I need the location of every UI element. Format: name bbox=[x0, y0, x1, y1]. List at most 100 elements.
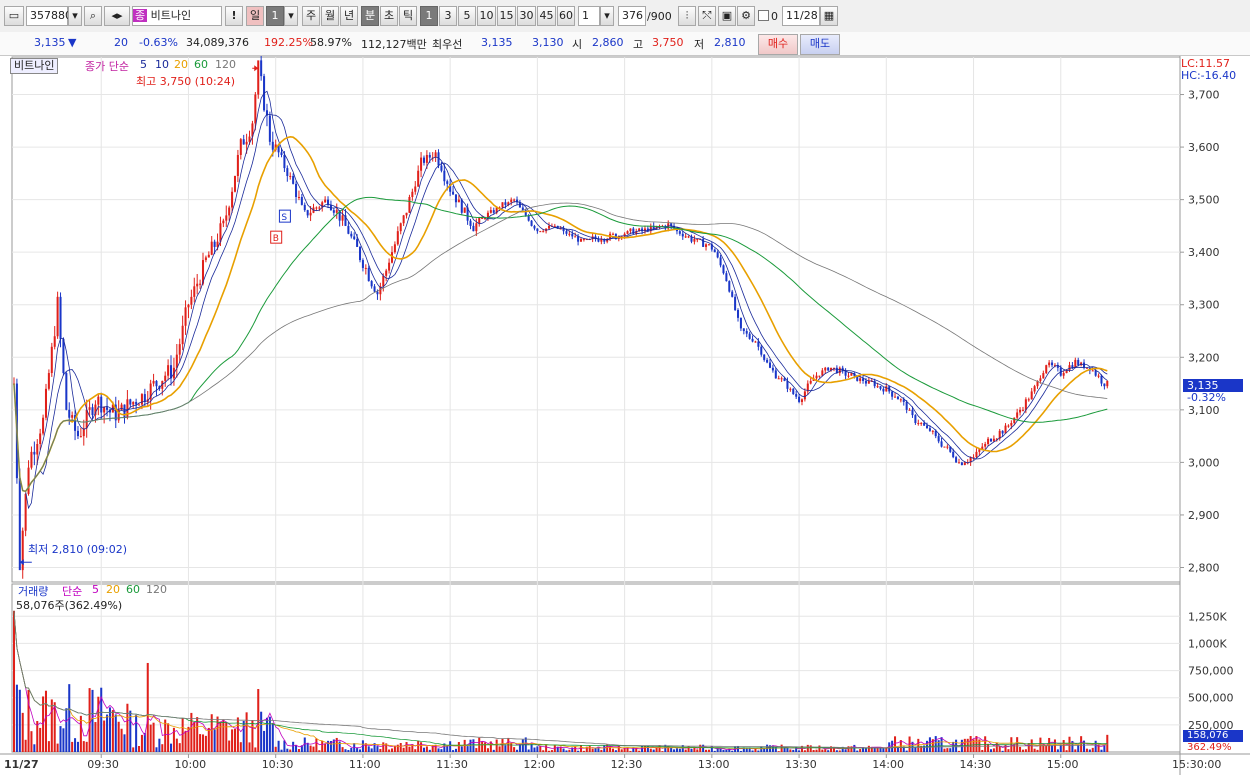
candle-body bbox=[271, 141, 274, 150]
volume-bar bbox=[82, 741, 85, 752]
volume-bar bbox=[510, 743, 513, 752]
volume-bar bbox=[722, 749, 725, 752]
period-second-button[interactable]: 초 bbox=[380, 6, 398, 26]
price-tick-label: 2,800 bbox=[1188, 561, 1220, 574]
volume-bar bbox=[1019, 746, 1022, 752]
interval-3[interactable]: 3 bbox=[439, 6, 457, 26]
date-checkbox[interactable] bbox=[758, 10, 769, 21]
candle-body bbox=[876, 386, 879, 388]
price-tick-label: 3,700 bbox=[1188, 89, 1220, 102]
price-legend-title: 종가 단순 bbox=[85, 60, 129, 73]
volume-bar bbox=[111, 710, 114, 752]
candle-body bbox=[138, 404, 141, 406]
volume-bar bbox=[239, 742, 242, 752]
interval-10[interactable]: 10 bbox=[477, 6, 496, 26]
volume-bar bbox=[917, 738, 920, 752]
volume-bar bbox=[707, 749, 710, 752]
volume-bar bbox=[914, 747, 917, 752]
candle-body bbox=[751, 338, 754, 342]
volume-bar bbox=[614, 750, 617, 752]
candle-body bbox=[774, 370, 777, 379]
crosshair-icon[interactable]: ⤲ bbox=[698, 6, 716, 26]
volume-bar bbox=[617, 745, 620, 752]
bar-count-input[interactable]: 376 bbox=[618, 6, 646, 26]
candle-body bbox=[225, 215, 228, 221]
volume-bar bbox=[934, 736, 937, 752]
volume-bar bbox=[71, 741, 74, 752]
interval-45[interactable]: 45 bbox=[537, 6, 556, 26]
volume-bar bbox=[853, 744, 856, 752]
candle-body bbox=[71, 415, 74, 418]
calendar-icon[interactable]: ▦ bbox=[820, 6, 838, 26]
volume-bar bbox=[123, 734, 126, 752]
alert-button[interactable]: ! bbox=[225, 6, 243, 26]
candle-body bbox=[370, 281, 373, 287]
volume-bar bbox=[591, 748, 594, 752]
volume-bar bbox=[149, 724, 152, 752]
code-dropdown-icon[interactable]: ▾ bbox=[68, 6, 82, 26]
volume-bar bbox=[568, 749, 571, 752]
stock-code-input[interactable]: 357880 bbox=[26, 6, 72, 26]
volume-bar bbox=[565, 750, 568, 752]
period-year-button[interactable]: 년 bbox=[340, 6, 358, 26]
candle-body bbox=[36, 443, 39, 455]
volume-bar bbox=[713, 750, 716, 752]
candle-body bbox=[803, 391, 806, 400]
volume-bar bbox=[396, 744, 399, 752]
candle-body bbox=[210, 241, 213, 255]
date-input[interactable]: 11/28 bbox=[782, 6, 820, 26]
price-tick-label: 2,900 bbox=[1188, 509, 1220, 522]
interval-1[interactable]: 1 bbox=[420, 6, 438, 26]
volume-bar bbox=[175, 738, 178, 752]
link-icon[interactable]: ◂▸ bbox=[104, 6, 130, 26]
period-count[interactable]: 1 bbox=[266, 6, 284, 26]
period-week-button[interactable]: 주 bbox=[302, 6, 320, 26]
volume-bar bbox=[106, 714, 109, 752]
stock-name-field[interactable]: 종 비트나인 bbox=[132, 6, 222, 26]
period-dropdown-icon[interactable]: ▾ bbox=[284, 6, 298, 26]
candle-body bbox=[914, 415, 917, 423]
candle-body bbox=[1100, 375, 1103, 384]
candle-type-icon[interactable]: ⫶ bbox=[678, 6, 696, 26]
candle-body bbox=[920, 422, 923, 424]
period-day-button[interactable]: 일 bbox=[246, 6, 264, 26]
candle-body bbox=[382, 275, 385, 287]
candle-body bbox=[1013, 417, 1016, 423]
sell-button[interactable]: 매도 bbox=[800, 34, 840, 55]
candle-body bbox=[1091, 370, 1094, 372]
candle-body bbox=[309, 212, 312, 216]
window-icon[interactable]: ▭ bbox=[4, 6, 24, 26]
volume-bar bbox=[138, 746, 141, 752]
time-tick-label: 11/27 bbox=[4, 758, 39, 771]
interval-30[interactable]: 30 bbox=[517, 6, 536, 26]
period-tick-button[interactable]: 틱 bbox=[399, 6, 417, 26]
chart-canvas[interactable]: 3,700 3,600 3,500 3,400 3,300 3,200 3,100 3,000… bbox=[0, 56, 1250, 775]
candle-body bbox=[257, 60, 260, 95]
save-icon[interactable]: ▣ bbox=[718, 6, 736, 26]
period-month-button[interactable]: 월 bbox=[321, 6, 339, 26]
candle-body bbox=[792, 388, 795, 395]
interval-dropdown-icon[interactable]: ▾ bbox=[600, 6, 614, 26]
candle-body bbox=[469, 220, 472, 226]
buy-signal-text: B bbox=[273, 234, 279, 244]
chart-stock-label[interactable]: 비트나인 bbox=[10, 58, 59, 74]
candle-body bbox=[809, 380, 812, 384]
period-minute-button[interactable]: 분 bbox=[361, 6, 379, 26]
candle-body bbox=[297, 197, 300, 199]
candle-body bbox=[1048, 362, 1051, 366]
candle-body bbox=[684, 236, 687, 238]
buy-button[interactable]: 매수 bbox=[758, 34, 798, 55]
search-icon[interactable]: ⌕ bbox=[84, 6, 102, 26]
interval-15[interactable]: 15 bbox=[497, 6, 516, 26]
volume-bar bbox=[1045, 745, 1048, 752]
interval-60[interactable]: 60 bbox=[557, 6, 575, 26]
volume-bar bbox=[1097, 744, 1100, 752]
volume-total: 34,089,376 bbox=[186, 36, 249, 49]
time-tick-label: 11:00 bbox=[349, 758, 381, 771]
candle-body bbox=[827, 367, 830, 371]
interval-5[interactable]: 5 bbox=[458, 6, 476, 26]
candle-body bbox=[1007, 425, 1010, 427]
settings-gear-icon[interactable]: ⚙ bbox=[737, 6, 755, 26]
interval-value-input[interactable]: 1 bbox=[578, 6, 600, 26]
volume-bar bbox=[777, 751, 780, 752]
